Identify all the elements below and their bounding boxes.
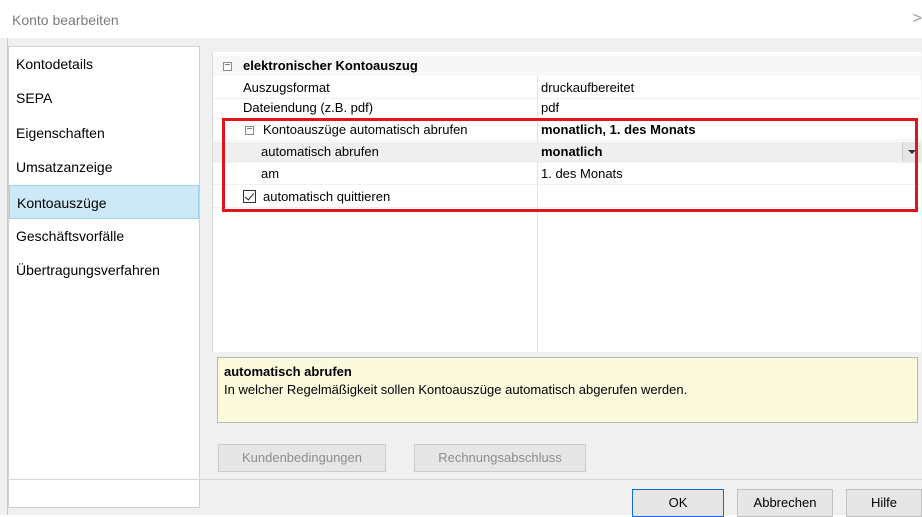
dropdown-arrow-icon[interactable] xyxy=(902,142,921,162)
help-description: In welcher Regelmäßigkeit sollen Kontoau… xyxy=(224,382,688,397)
nav-item-umsatzanzeige[interactable]: Umsatzanzeige xyxy=(9,150,199,184)
kundenbedingungen-button[interactable]: Kundenbedingungen xyxy=(218,444,386,472)
property-row[interactable]: Dateiendung (z.B. pdf) pdf xyxy=(213,98,921,119)
property-value: 1. des Monats xyxy=(541,166,623,181)
navigation-list: Kontodetails SEPA Eigenschaften Umsatzan… xyxy=(8,46,200,508)
property-row-selected[interactable]: automatisch abrufen monatlich xyxy=(213,142,921,163)
property-value: druckaufbereitet xyxy=(541,80,635,95)
property-key: automatisch abrufen xyxy=(261,144,379,159)
checkbox-label: automatisch quittieren xyxy=(263,189,391,204)
nav-item-kontoauszuege[interactable]: Kontoauszüge xyxy=(9,184,199,219)
title-bar: Konto bearbeiten > xyxy=(0,0,922,39)
group-row[interactable]: − Kontoauszüge automatisch abrufen monat… xyxy=(213,120,921,141)
help-panel: automatisch abrufen In welcher Regelmäßi… xyxy=(217,357,918,423)
property-row[interactable]: am 1. des Monats xyxy=(213,164,921,185)
property-row[interactable]: Auszugsformat druckaufbereitet xyxy=(213,78,921,99)
ok-button[interactable]: OK xyxy=(632,489,724,517)
property-value-select[interactable]: monatlich xyxy=(541,144,602,159)
group-key: Kontoauszüge automatisch abrufen xyxy=(263,122,468,137)
help-button[interactable]: Hilfe xyxy=(846,489,922,517)
category-row[interactable]: − elektronischer Kontoauszug xyxy=(213,56,921,76)
rechnungsabschluss-button[interactable]: Rechnungsabschluss xyxy=(414,444,586,472)
category-label: elektronischer Kontoauszug xyxy=(243,58,418,73)
window-title: Konto bearbeiten xyxy=(12,12,119,28)
nav-item-kontodetails[interactable]: Kontodetails xyxy=(9,47,199,81)
nav-item-geschaeftsvorfaelle[interactable]: Geschäftsvorfälle xyxy=(9,219,199,253)
collapse-icon[interactable]: − xyxy=(245,125,254,135)
checkbox-row[interactable]: automatisch quittieren xyxy=(213,187,921,208)
auto-acknowledge-checkbox[interactable] xyxy=(243,190,256,203)
nav-item-uebertragungsverfahren[interactable]: Übertragungsverfahren xyxy=(9,253,199,287)
cancel-button[interactable]: Abbrechen xyxy=(737,489,833,517)
footer-separator xyxy=(8,479,922,480)
property-key: am xyxy=(261,166,280,181)
property-value: pdf xyxy=(541,100,560,115)
nav-item-sepa[interactable]: SEPA xyxy=(9,81,199,115)
collapse-icon[interactable]: − xyxy=(223,61,232,71)
property-key: Dateiendung (z.B. pdf) xyxy=(243,100,374,115)
help-title: automatisch abrufen xyxy=(224,364,352,379)
property-key: Auszugsformat xyxy=(243,80,330,95)
close-icon[interactable]: > xyxy=(913,10,922,28)
nav-item-eigenschaften[interactable]: Eigenschaften xyxy=(9,116,199,150)
property-grid: − elektronischer Kontoauszug Auszugsform… xyxy=(212,52,921,352)
group-value: monatlich, 1. des Monats xyxy=(541,122,696,137)
